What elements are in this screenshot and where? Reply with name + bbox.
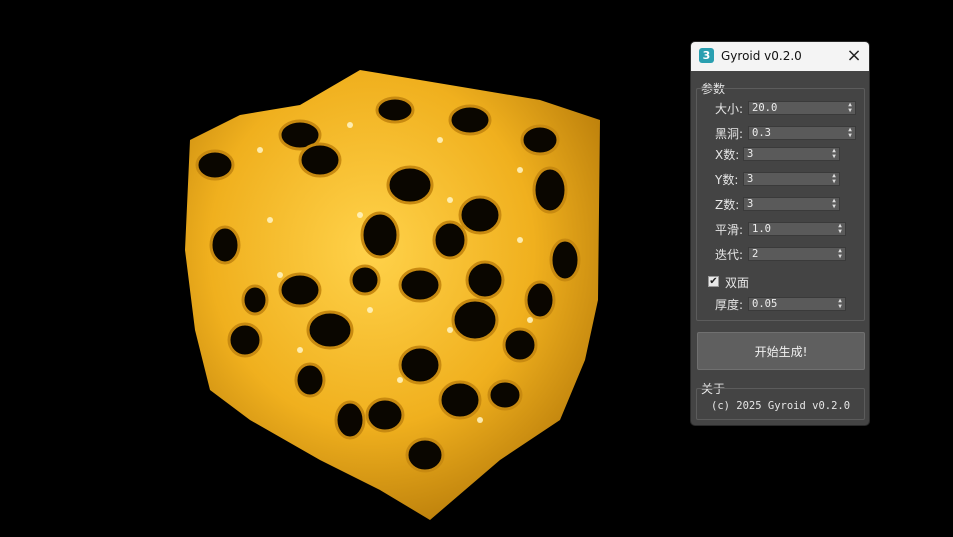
spinner-arrows-icon: ▲ ▼	[832, 172, 836, 185]
x-count-spinner[interactable]: 3 ▲ ▼	[743, 147, 840, 161]
lattice-hole	[448, 104, 492, 136]
dialog-titlebar[interactable]: 3 Gyroid v0.2.0 ×	[691, 42, 869, 71]
lattice-hole	[524, 280, 556, 320]
app-logo-icon: 3	[699, 48, 714, 63]
spinner-arrows-icon: ▲ ▼	[848, 126, 852, 139]
lattice-hole	[306, 310, 354, 350]
lattice-hole	[520, 124, 560, 156]
param-row-blackhole: 黑洞: 0.3 ▲ ▼	[691, 126, 869, 141]
lattice-hole	[365, 397, 405, 433]
size-spinner[interactable]: 20.0 ▲ ▼	[748, 101, 856, 115]
spinner-arrows-icon: ▲ ▼	[832, 147, 836, 160]
specular-highlight	[517, 167, 523, 173]
param-label: X数:	[715, 148, 740, 162]
specular-highlight	[447, 327, 453, 333]
thickness-spinner[interactable]: 0.05 ▲ ▼	[748, 297, 846, 311]
lattice-hole	[487, 379, 523, 411]
param-label: Z数:	[715, 198, 740, 212]
specular-highlight	[527, 317, 533, 323]
param-row-thickness: 厚度: 0.05 ▲ ▼	[691, 297, 869, 312]
about-text: (c) 2025 Gyroid v0.2.0	[711, 400, 851, 412]
specular-highlight	[437, 137, 443, 143]
lattice-hole	[438, 380, 482, 420]
specular-highlight	[357, 212, 363, 218]
param-row-z-count: Z数: 3 ▲ ▼	[691, 197, 869, 212]
generate-button[interactable]: 开始生成!	[697, 332, 865, 370]
param-label: 黑洞:	[715, 127, 744, 141]
param-row-x-count: X数: 3 ▲ ▼	[691, 147, 869, 162]
lattice-hole	[209, 225, 241, 265]
param-label: 厚度:	[715, 298, 744, 312]
param-label: 大小:	[715, 102, 744, 116]
lattice-hole	[502, 327, 538, 363]
lattice-hole	[294, 362, 326, 398]
specular-highlight	[347, 122, 353, 128]
lattice-hole	[465, 260, 505, 300]
spinner-arrows-icon: ▲ ▼	[838, 247, 842, 260]
specular-highlight	[477, 417, 483, 423]
double-sided-label: 双面	[725, 276, 750, 290]
lattice-hole	[398, 345, 442, 385]
param-row-smooth: 平滑: 1.0 ▲ ▼	[691, 222, 869, 237]
smooth-spinner[interactable]: 1.0 ▲ ▼	[748, 222, 846, 236]
y-count-spinner[interactable]: 3 ▲ ▼	[743, 172, 840, 186]
lattice-hole	[432, 220, 468, 260]
specular-highlight	[447, 197, 453, 203]
blackhole-spinner[interactable]: 0.3 ▲ ▼	[748, 126, 856, 140]
iterations-spinner[interactable]: 2 ▲ ▼	[748, 247, 846, 261]
double-sided-checkbox[interactable]: ✔	[708, 276, 719, 287]
lattice-hole	[405, 437, 445, 473]
lattice-hole	[334, 400, 366, 440]
specular-highlight	[297, 347, 303, 353]
param-row-iterations: 迭代: 2 ▲ ▼	[691, 247, 869, 262]
lattice-hole	[278, 272, 322, 308]
lattice-hole	[386, 165, 434, 205]
param-row-y-count: Y数: 3 ▲ ▼	[691, 172, 869, 187]
lattice-hole	[195, 149, 235, 181]
specular-highlight	[397, 377, 403, 383]
lattice-hole	[241, 284, 269, 316]
lattice-hole	[349, 264, 381, 296]
gyroid-model	[185, 70, 600, 520]
specular-highlight	[267, 217, 273, 223]
lattice-hole	[451, 298, 499, 342]
spinner-arrows-icon: ▲ ▼	[848, 101, 852, 114]
dialog-title: Gyroid v0.2.0	[721, 49, 802, 63]
param-label: 迭代:	[715, 248, 744, 262]
lattice-hole	[298, 142, 342, 178]
lattice-hole	[375, 96, 415, 124]
lattice-hole	[532, 166, 568, 214]
z-count-spinner[interactable]: 3 ▲ ▼	[743, 197, 840, 211]
param-label: Y数:	[715, 173, 739, 187]
lattice-hole	[549, 238, 581, 282]
param-row-size: 大小: 20.0 ▲ ▼	[691, 101, 869, 116]
lattice-hole	[227, 322, 263, 358]
param-label: 平滑:	[715, 223, 744, 237]
specular-highlight	[257, 147, 263, 153]
lattice-hole	[458, 195, 502, 235]
specular-highlight	[517, 237, 523, 243]
spinner-arrows-icon: ▲ ▼	[838, 297, 842, 310]
gyroid-dialog: 3 Gyroid v0.2.0 × 参数 大小: 20.0 ▲ ▼ 黑洞: 0.3 ▲…	[690, 41, 870, 426]
lattice-hole	[360, 211, 400, 259]
specular-highlight	[367, 307, 373, 313]
spinner-arrows-icon: ▲ ▼	[838, 222, 842, 235]
close-button[interactable]: ×	[843, 45, 865, 67]
specular-highlight	[277, 272, 283, 278]
spinner-arrows-icon: ▲ ▼	[832, 197, 836, 210]
lattice-hole	[398, 267, 442, 303]
